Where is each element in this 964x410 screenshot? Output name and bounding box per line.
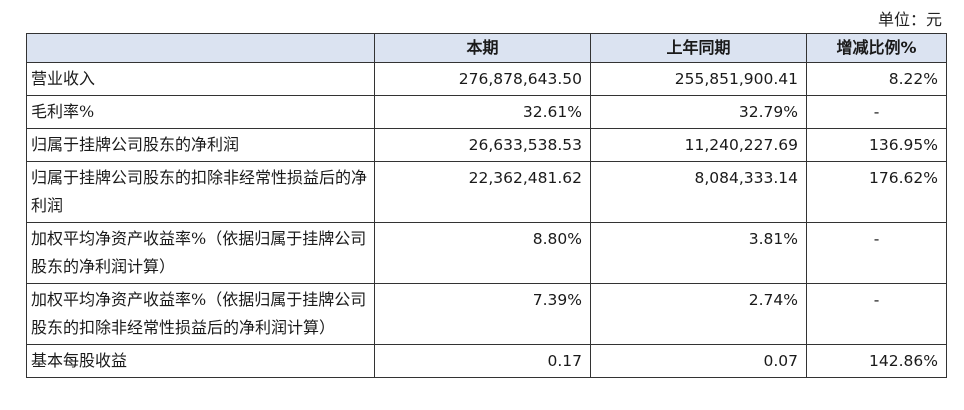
change-value: 8.22% — [806, 62, 947, 96]
change-value: 136.95% — [806, 128, 947, 162]
current-value: 8.80% — [374, 222, 591, 284]
change-value: - — [806, 222, 947, 284]
change-value: - — [806, 283, 947, 345]
change-value: - — [806, 95, 947, 129]
header-current-period: 本期 — [374, 33, 591, 63]
table-row: 基本每股收益 0.17 0.07 142.86% — [26, 344, 947, 378]
prior-value: 2.74% — [590, 283, 807, 345]
current-value: 22,362,481.62 — [374, 161, 591, 223]
prior-value: 32.79% — [590, 95, 807, 129]
row-label: 基本每股收益 — [26, 344, 375, 378]
row-label: 营业收入 — [26, 62, 375, 96]
row-label: 归属于挂牌公司股东的净利润 — [26, 128, 375, 162]
change-value: 176.62% — [806, 161, 947, 223]
table-row: 归属于挂牌公司股东的扣除非经常性损益后的净利润 22,362,481.62 8,… — [26, 161, 947, 223]
header-change-percent: 增减比例% — [806, 33, 947, 63]
table-row: 加权平均净资产收益率%（依据归属于挂牌公司股东的扣除非经常性损益后的净利润计算）… — [26, 283, 947, 345]
unit-label: 单位：元 — [877, 10, 942, 29]
table-row: 营业收入 276,878,643.50 255,851,900.41 8.22% — [26, 62, 947, 96]
current-value: 276,878,643.50 — [374, 62, 591, 96]
header-item — [26, 33, 375, 63]
table-row: 加权平均净资产收益率%（依据归属于挂牌公司股东的净利润计算） 8.80% 3.8… — [26, 222, 947, 284]
row-label: 加权平均净资产收益率%（依据归属于挂牌公司股东的净利润计算） — [26, 222, 375, 284]
prior-value: 255,851,900.41 — [590, 62, 807, 96]
row-label: 归属于挂牌公司股东的扣除非经常性损益后的净利润 — [26, 161, 375, 223]
financial-summary-table: 本期 上年同期 增减比例% 营业收入 276,878,643.50 255,85… — [26, 33, 947, 378]
prior-value: 0.07 — [590, 344, 807, 378]
header-prior-period: 上年同期 — [590, 33, 807, 63]
prior-value: 3.81% — [590, 222, 807, 284]
current-value: 0.17 — [374, 344, 591, 378]
change-value: 142.86% — [806, 344, 947, 378]
prior-value: 11,240,227.69 — [590, 128, 807, 162]
table-header-row: 本期 上年同期 增减比例% — [26, 33, 947, 63]
current-value: 32.61% — [374, 95, 591, 129]
table-row: 毛利率% 32.61% 32.79% - — [26, 95, 947, 129]
current-value: 7.39% — [374, 283, 591, 345]
row-label: 加权平均净资产收益率%（依据归属于挂牌公司股东的扣除非经常性损益后的净利润计算） — [26, 283, 375, 345]
table-row: 归属于挂牌公司股东的净利润 26,633,538.53 11,240,227.6… — [26, 128, 947, 162]
prior-value: 8,084,333.14 — [590, 161, 807, 223]
row-label: 毛利率% — [26, 95, 375, 129]
current-value: 26,633,538.53 — [374, 128, 591, 162]
